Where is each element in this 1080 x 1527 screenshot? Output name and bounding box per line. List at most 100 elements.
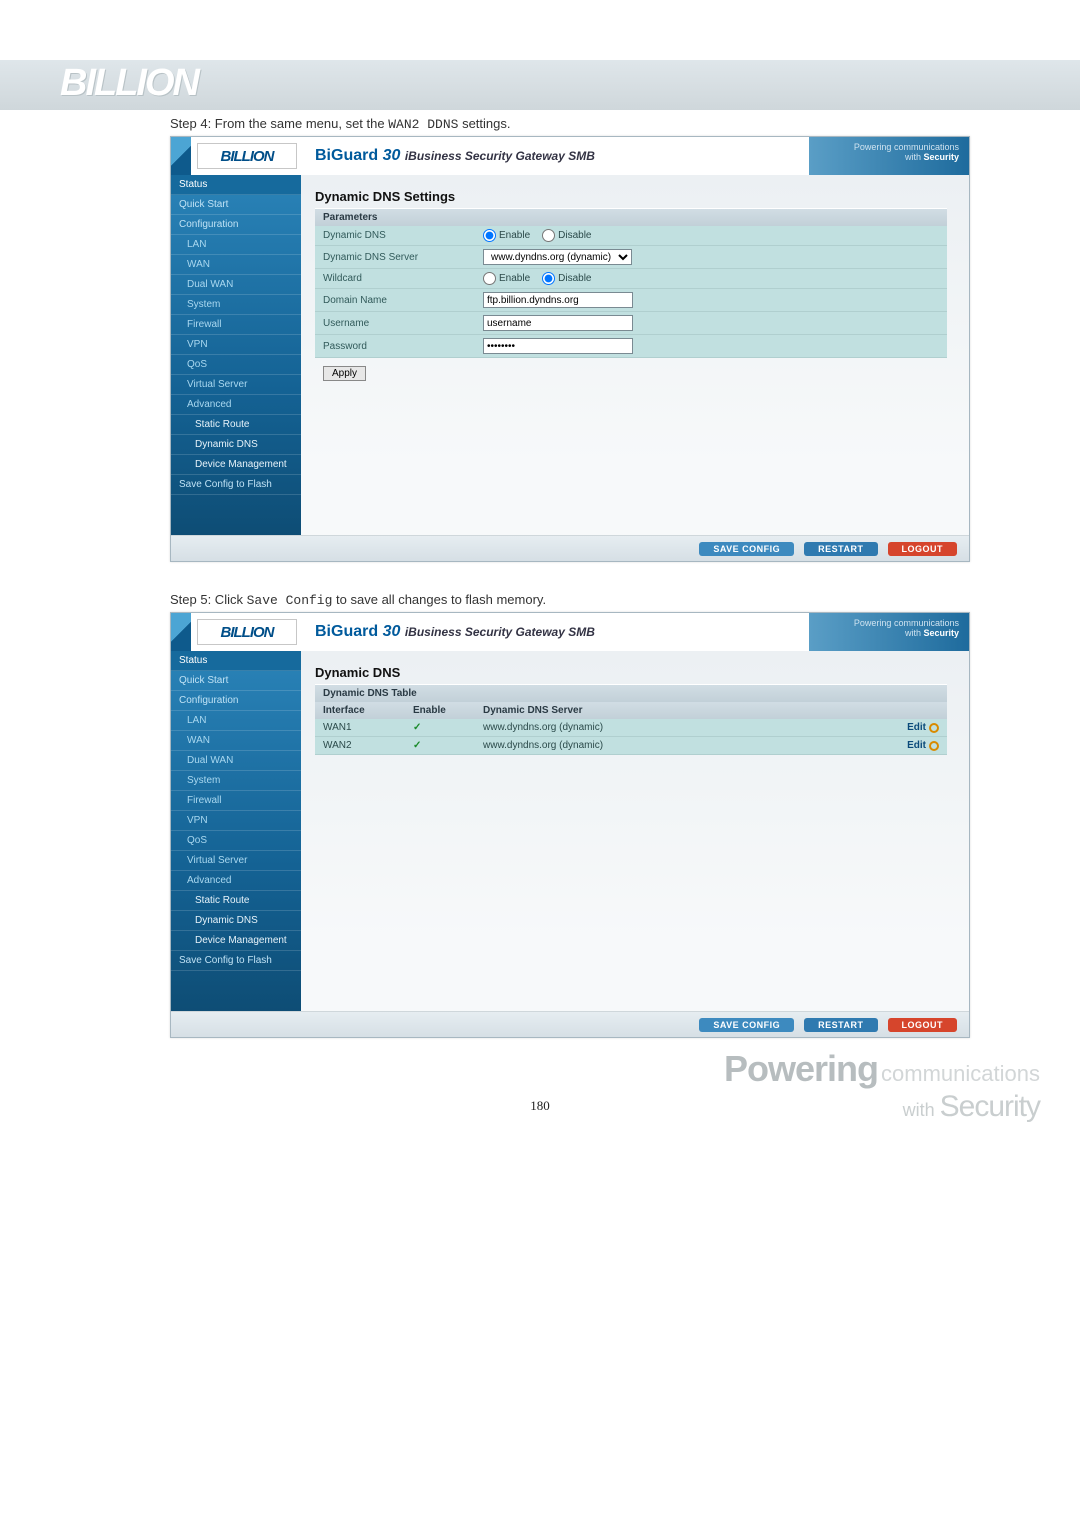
save-config-button-2[interactable]: SAVE CONFIG bbox=[699, 1018, 794, 1032]
sidebar2-item-system[interactable]: System bbox=[171, 771, 301, 791]
ddns-server-select[interactable]: www.dyndns.org (dynamic) bbox=[483, 249, 632, 265]
billion-logo-large: BILLION bbox=[60, 62, 198, 105]
sidebar-item-lan[interactable]: LAN bbox=[171, 235, 301, 255]
radio-wc-enable-input[interactable] bbox=[483, 272, 496, 285]
sidebar-2: Status Quick Start Configuration LAN WAN… bbox=[171, 651, 301, 1011]
sidebar2-item-configuration[interactable]: Configuration bbox=[171, 691, 301, 711]
row1-srv: www.dyndns.org (dynamic) bbox=[483, 722, 879, 733]
sidebar-item-vpn[interactable]: VPN bbox=[171, 335, 301, 355]
label-dynamic-dns: Dynamic DNS bbox=[323, 230, 483, 241]
brand-communications: communications bbox=[881, 1061, 1040, 1086]
sidebar2-item-vpn[interactable]: VPN bbox=[171, 811, 301, 831]
row1-edit-link[interactable]: Edit bbox=[879, 722, 939, 733]
restart-button[interactable]: RESTART bbox=[804, 542, 877, 556]
radio-ddns-enable-input[interactable] bbox=[483, 229, 496, 242]
step4-c: settings. bbox=[462, 116, 510, 131]
table-row: WAN1 ✓ www.dyndns.org (dynamic) Edit bbox=[315, 719, 947, 737]
header-accent-2 bbox=[171, 613, 191, 651]
sidebar: Status Quick Start Configuration LAN WAN… bbox=[171, 175, 301, 535]
sidebar2-item-saveconfig[interactable]: Save Config to Flash bbox=[171, 951, 301, 971]
radio-wildcard-enable[interactable]: Enable bbox=[483, 272, 530, 285]
apply-button[interactable]: Apply bbox=[323, 366, 366, 381]
save-config-button[interactable]: SAVE CONFIG bbox=[699, 542, 794, 556]
brand-powering-text: Powering bbox=[724, 1048, 878, 1089]
pw1: Powering bbox=[854, 142, 892, 152]
sidebar2-item-devicemgmt[interactable]: Device Management bbox=[171, 931, 301, 951]
radio-ddns-disable[interactable]: Disable bbox=[542, 229, 591, 242]
sidebar2-item-staticroute[interactable]: Static Route bbox=[171, 891, 301, 911]
sidebar-item-devicemgmt[interactable]: Device Management bbox=[171, 455, 301, 475]
sidebar2-item-wan[interactable]: WAN bbox=[171, 731, 301, 751]
router-header-2: BILLION BiGuard 30 iBusiness Security Ga… bbox=[171, 613, 969, 651]
sidebar2-item-status[interactable]: Status bbox=[171, 651, 301, 671]
sidebar-item-firewall[interactable]: Firewall bbox=[171, 315, 301, 335]
row-dynamic-dns: Dynamic DNS Enable Disable bbox=[315, 226, 947, 246]
router-screenshot-2: BILLION BiGuard 30 iBusiness Security Ga… bbox=[170, 612, 970, 1038]
product-title: BiGuard 30 iBusiness Security Gateway SM… bbox=[315, 147, 595, 165]
label-domain: Domain Name bbox=[323, 295, 483, 306]
col-action bbox=[879, 705, 939, 716]
sidebar2-item-virtualserver[interactable]: Virtual Server bbox=[171, 851, 301, 871]
sidebar-item-virtualserver[interactable]: Virtual Server bbox=[171, 375, 301, 395]
product-sub-2: iBusiness Security Gateway SMB bbox=[405, 625, 595, 639]
step5-mono: Save Config bbox=[247, 593, 333, 608]
row2-edit-link[interactable]: Edit bbox=[879, 740, 939, 751]
domain-input[interactable] bbox=[483, 292, 633, 308]
sidebar-item-saveconfig[interactable]: Save Config to Flash bbox=[171, 475, 301, 495]
gear-icon bbox=[929, 741, 939, 751]
content-area-2: Dynamic DNS Dynamic DNS Table Interface … bbox=[301, 651, 969, 1011]
sidebar2-item-dynamicdns[interactable]: Dynamic DNS bbox=[171, 911, 301, 931]
radio-ddns-disable-input[interactable] bbox=[542, 229, 555, 242]
sidebar2-item-dualwan[interactable]: Dual WAN bbox=[171, 751, 301, 771]
radio-wildcard-disable[interactable]: Disable bbox=[542, 272, 591, 285]
sidebar-item-advanced[interactable]: Advanced bbox=[171, 395, 301, 415]
step4-mono: WAN2 DDNS bbox=[388, 117, 458, 132]
apply-row: Apply bbox=[315, 358, 947, 389]
sidebar2-item-quickstart[interactable]: Quick Start bbox=[171, 671, 301, 691]
router-screenshot-1: BILLION BiGuard 30 iBusiness Security Ga… bbox=[170, 136, 970, 562]
sidebar-item-wan[interactable]: WAN bbox=[171, 255, 301, 275]
product-sub: iBusiness Security Gateway SMB bbox=[405, 149, 595, 163]
pw1b: Powering bbox=[854, 618, 892, 628]
step5-a: Step 5: Click bbox=[170, 592, 247, 607]
restart-button-2[interactable]: RESTART bbox=[804, 1018, 877, 1032]
billion-logo: BILLION bbox=[197, 143, 297, 169]
logout-button[interactable]: LOGOUT bbox=[888, 542, 958, 556]
sidebar-item-dualwan[interactable]: Dual WAN bbox=[171, 275, 301, 295]
col-interface: Interface bbox=[323, 705, 413, 716]
label-password: Password bbox=[323, 341, 483, 352]
pw3: with bbox=[905, 152, 924, 162]
password-input[interactable] bbox=[483, 338, 633, 354]
parameters-bar: Parameters bbox=[315, 208, 947, 226]
pw2b: communications bbox=[894, 618, 959, 628]
radio-ddns-enable[interactable]: Enable bbox=[483, 229, 530, 242]
row2-if: WAN2 bbox=[323, 740, 413, 751]
sidebar-item-configuration[interactable]: Configuration bbox=[171, 215, 301, 235]
brand-powering: Powering bbox=[724, 1048, 878, 1089]
product-num-2: 30 bbox=[378, 623, 405, 640]
radio-wc-disable-input[interactable] bbox=[542, 272, 555, 285]
pw4: Security bbox=[923, 152, 959, 162]
footer-bar: SAVE CONFIG RESTART LOGOUT bbox=[171, 535, 969, 561]
sidebar2-item-advanced[interactable]: Advanced bbox=[171, 871, 301, 891]
label-wildcard: Wildcard bbox=[323, 273, 483, 284]
sidebar2-item-firewall[interactable]: Firewall bbox=[171, 791, 301, 811]
logout-button-2[interactable]: LOGOUT bbox=[888, 1018, 958, 1032]
router-header: BILLION BiGuard 30 iBusiness Security Ga… bbox=[171, 137, 969, 175]
ddns-settings-title: Dynamic DNS Settings bbox=[315, 189, 947, 204]
sidebar2-item-lan[interactable]: LAN bbox=[171, 711, 301, 731]
manual-header: BILLION bbox=[0, 60, 1080, 110]
gear-icon bbox=[929, 723, 939, 733]
sidebar-item-system[interactable]: System bbox=[171, 295, 301, 315]
sidebar2-item-qos[interactable]: QoS bbox=[171, 831, 301, 851]
row2-edit-text: Edit bbox=[907, 740, 926, 751]
sidebar-item-dynamicdns[interactable]: Dynamic DNS bbox=[171, 435, 301, 455]
sidebar-item-staticroute[interactable]: Static Route bbox=[171, 415, 301, 435]
ddns-table-label: Dynamic DNS Table bbox=[315, 684, 947, 702]
sidebar-item-status[interactable]: Status bbox=[171, 175, 301, 195]
sidebar-item-quickstart[interactable]: Quick Start bbox=[171, 195, 301, 215]
sidebar-item-qos[interactable]: QoS bbox=[171, 355, 301, 375]
row-wildcard: Wildcard Enable Disable bbox=[315, 269, 947, 289]
header-right-bg: Powering communications with Security bbox=[809, 137, 969, 175]
username-input[interactable] bbox=[483, 315, 633, 331]
